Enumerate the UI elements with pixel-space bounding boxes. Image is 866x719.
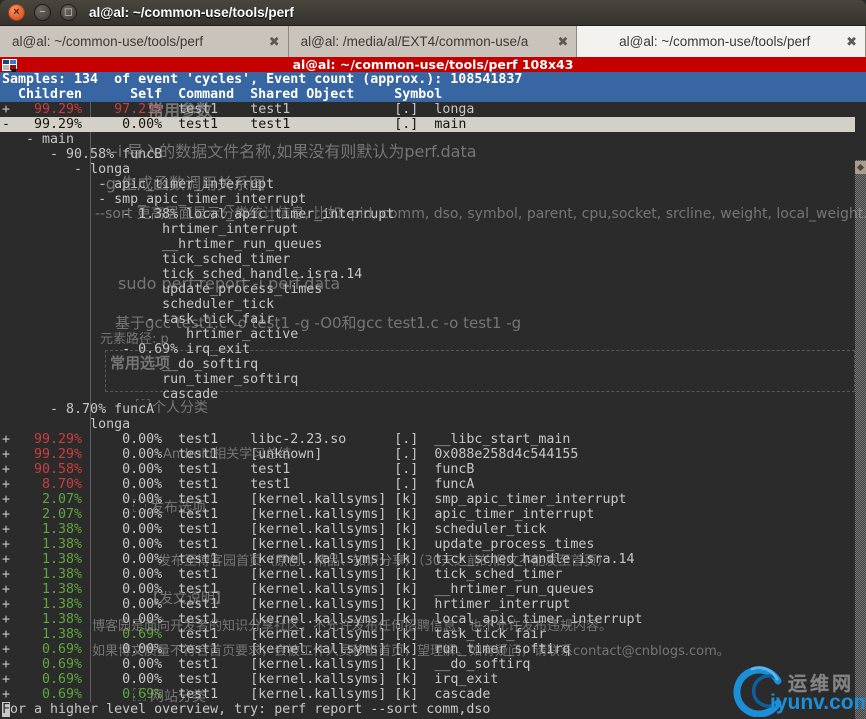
callchain-row[interactable]: __hrtimer_run_queues [0,237,855,252]
maximize-window-icon[interactable]: ◻ [60,4,77,21]
perf-rows: + 99.29% 97.21% test1 test1 [.] longa- 9… [0,102,855,702]
perf-row[interactable]: + 1.38% 0.00% test1 [kernel.kallsyms] [k… [0,567,855,582]
logo-en-text: iyunv.com [770,691,866,715]
perf-row[interactable]: + 1.38% 0.00% test1 [kernel.kallsyms] [k… [0,612,855,627]
callchain-row[interactable]: cascade [0,387,855,402]
window-title: al@al: ~/common-use/tools/perf [89,5,294,20]
callchain-row[interactable]: - 1.38% local_apic_timer_interrupt [0,207,855,222]
block-cursor: F [2,702,10,717]
close-window-icon[interactable]: × [8,4,25,21]
callchain-row[interactable]: - longa [0,162,855,177]
tab-label: al@al: /media/al/EXT4/common-use/a [301,34,552,49]
perf-row[interactable]: + 1.38% 0.00% test1 [kernel.kallsyms] [k… [0,537,855,552]
callchain-row[interactable]: - task_tick_fair [0,312,855,327]
perf-row[interactable]: + 0.69% 0.00% test1 [kernel.kallsyms] [k… [0,642,855,657]
window-titlebar: × − ◻ al@al: ~/common-use/tools/perf [0,0,866,26]
screen-status-bar: al@al: ~/common-use/tools/perf 108x43 [0,57,866,72]
perf-column-headers: Children Self Command Shared Object Symb… [0,87,866,102]
callchain-row[interactable]: longa [0,417,855,432]
terminal-window: × − ◻ al@al: ~/common-use/tools/perf al@… [0,0,866,719]
perf-header: Samples: 134 of event 'cycles', Event co… [0,72,866,102]
perf-row[interactable]: + 1.38% 0.00% test1 [kernel.kallsyms] [k… [0,522,855,537]
callchain-row[interactable]: update_process_times [0,282,855,297]
callchain-row[interactable]: hrtimer_interrupt [0,222,855,237]
scrollbar-thumb[interactable] [855,161,866,174]
perf-row[interactable]: + 1.38% 0.00% test1 [kernel.kallsyms] [k… [0,597,855,612]
callchain-row[interactable]: __do_softirq [0,357,855,372]
scrollbar[interactable] [855,160,866,719]
perf-row[interactable]: + 1.38% 0.00% test1 [kernel.kallsyms] [k… [0,552,855,567]
perf-row[interactable]: + 2.07% 0.00% test1 [kernel.kallsyms] [k… [0,507,855,522]
callchain-row[interactable]: scheduler_tick [0,297,855,312]
callchain-row[interactable]: tick_sched_timer [0,252,855,267]
tab-1[interactable]: al@al: ~/common-use/tools/perf ✖ [0,26,289,57]
window-buttons: × − ◻ [8,4,77,21]
tab-label: al@al: ~/common-use/tools/perf [12,34,263,49]
callchain-row[interactable]: - 8.70% funcA [0,402,855,417]
perf-row[interactable]: + 90.58% 0.00% test1 test1 [.] funcB [0,462,855,477]
iyunv-logo: 运维网 iyunv.com [732,665,862,717]
callchain-row[interactable]: - smp_apic_timer_interrupt [0,192,855,207]
perf-row[interactable]: - 99.29% 0.00% test1 test1 [.] main [0,117,855,132]
screen-grid-icon [2,59,17,71]
perf-row[interactable]: + 99.29% 0.00% test1 libc-2.23.so [.] __… [0,432,855,447]
perf-row[interactable]: + 0.69% 0.00% test1 [kernel.kallsyms] [k… [0,657,855,672]
callchain-row[interactable]: - 90.58% funcB [0,147,855,162]
tab-3[interactable]: al@al: ~/common-use/tools/perf ✖ [577,26,866,57]
perf-row[interactable]: + 2.07% 0.00% test1 [kernel.kallsyms] [k… [0,492,855,507]
callchain-row[interactable]: - main [0,132,855,147]
callchain-row[interactable]: run_timer_softirq [0,372,855,387]
minimize-window-icon[interactable]: − [34,4,51,21]
tab-close-icon[interactable]: ✖ [269,34,280,50]
callchain-row[interactable]: - apic_timer_interrupt [0,177,855,192]
tab-2[interactable]: al@al: /media/al/EXT4/common-use/a ✖ [289,26,578,57]
perf-row[interactable]: + 99.29% 0.00% test1 [unknown] [.] 0x088… [0,447,855,462]
screen-session-title: al@al: ~/common-use/tools/perf 108x43 [17,57,849,72]
perf-row[interactable]: + 1.38% 0.00% test1 [kernel.kallsyms] [k… [0,582,855,597]
callchain-row[interactable]: hrtimer_active [0,327,855,342]
perf-row[interactable]: + 8.70% 0.00% test1 test1 [.] funcA [0,477,855,492]
perf-report-tui: Samples: 134 of event 'cycles', Event co… [0,72,866,719]
perf-row[interactable]: + 99.29% 97.21% test1 test1 [.] longa [0,102,855,117]
perf-row[interactable]: + 1.38% 0.69% test1 [kernel.kallsyms] [k… [0,627,855,642]
callchain-row[interactable]: - 0.69% irq_exit [0,342,855,357]
tab-label: al@al: ~/common-use/tools/perf [589,34,840,49]
perf-row[interactable]: + 0.69% 0.69% test1 [kernel.kallsyms] [k… [0,687,855,702]
perf-samples-line: Samples: 134 of event 'cycles', Event co… [0,72,866,87]
tab-bar: al@al: ~/common-use/tools/perf✖al@al: /m… [0,26,866,57]
perf-row[interactable]: + 0.69% 0.00% test1 [kernel.kallsyms] [k… [0,672,855,687]
tab-close-icon[interactable]: ✖ [557,34,568,50]
callchain-row[interactable]: tick_sched_handle.isra.14 [0,267,855,282]
tab-close-icon[interactable]: ✖ [846,34,857,50]
